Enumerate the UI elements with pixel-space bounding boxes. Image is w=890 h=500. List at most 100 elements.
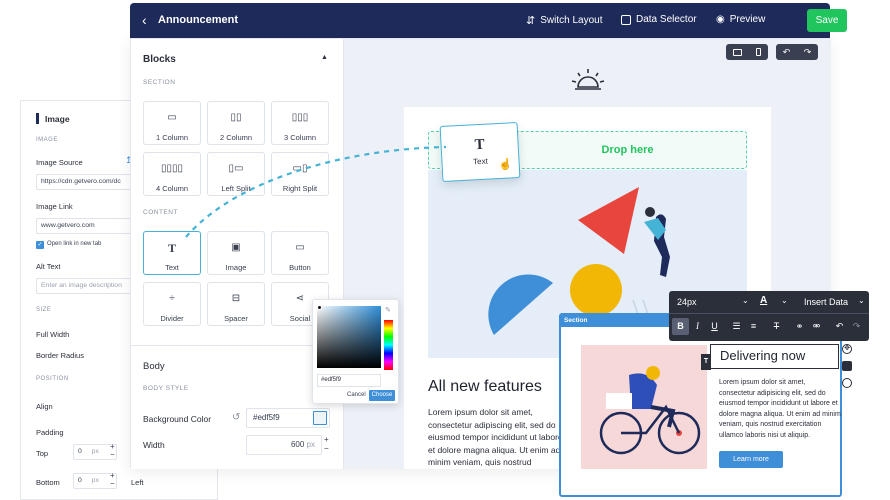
color-handle[interactable] xyxy=(317,305,322,310)
chevron-down-icon[interactable]: ⌄ xyxy=(858,296,865,305)
font-color-icon[interactable]: A xyxy=(760,295,767,306)
panel-accent-bar xyxy=(36,113,39,124)
bullet-list-icon[interactable]: ≡ xyxy=(745,318,762,335)
three-column-icon: ▯▯▯ xyxy=(291,112,309,123)
eyedropper-icon[interactable]: ✎ xyxy=(385,306,391,314)
top-value: 0 xyxy=(78,448,82,455)
image-link-label: Image Link xyxy=(36,202,73,211)
save-button[interactable]: Save xyxy=(807,9,847,32)
page-title: Announcement xyxy=(158,14,239,26)
desktop-icon[interactable] xyxy=(733,48,742,56)
switch-layout-button[interactable]: ⇵ Switch Layout xyxy=(526,14,602,27)
preview-label: Preview xyxy=(729,14,766,25)
body-style-caption: BODY STYLE xyxy=(143,385,189,392)
reset-icon[interactable]: ↺ xyxy=(232,412,240,423)
chevron-down-icon[interactable]: ⌄ xyxy=(781,296,788,305)
font-size-select[interactable]: 24px xyxy=(677,297,697,307)
full-width-label: Full Width xyxy=(36,330,70,339)
cyclist-illustration xyxy=(581,345,707,469)
undo-redo-group: ↶ ↷ xyxy=(776,44,818,60)
clear-format-icon[interactable]: T xyxy=(768,318,785,335)
preview-button[interactable]: ◉ Preview xyxy=(716,14,765,25)
width-unit: px xyxy=(306,440,315,449)
data-selector-icon xyxy=(621,14,631,25)
tile-divider[interactable]: ÷ Divider xyxy=(143,282,201,326)
body-title: Body xyxy=(143,361,165,372)
unlink-icon[interactable]: ⚮ xyxy=(808,318,825,335)
position-caption: POSITION xyxy=(36,376,69,382)
width-input[interactable]: 600 px xyxy=(246,435,322,455)
tile-label: Spacer xyxy=(224,314,248,323)
device-toggle xyxy=(726,44,768,60)
width-label: Width xyxy=(143,440,165,450)
bg-color-value: #edf5f9 xyxy=(253,413,280,422)
italic-icon[interactable]: I xyxy=(689,318,706,335)
eye-icon: ◉ xyxy=(716,14,725,25)
one-column-icon: ▭ xyxy=(167,112,177,123)
width-value: 600 xyxy=(290,440,305,449)
image-caption: IMAGE xyxy=(36,137,58,143)
section-heading[interactable]: Delivering now xyxy=(710,344,839,369)
align-label: Align xyxy=(36,402,53,411)
two-column-icon: ▯▯ xyxy=(230,112,242,123)
size-caption: SIZE xyxy=(36,307,52,313)
bottom-stepper[interactable]: + − xyxy=(110,472,115,488)
top-label: Top xyxy=(36,449,49,458)
image-panel-title: Image xyxy=(45,114,70,124)
blocks-title: Blocks xyxy=(143,54,176,65)
undo-icon[interactable]: ↶ xyxy=(783,47,791,58)
tile-label: Social xyxy=(289,314,311,323)
blocks-panel: Blocks ▲ SECTION ▭ 1 Column ▯▯ 2 Column ▯▯… xyxy=(131,39,344,469)
bg-color-label: Background Color xyxy=(143,414,212,424)
choose-button[interactable]: Choose xyxy=(369,390,395,401)
email-headline[interactable]: All new features xyxy=(428,378,542,396)
logo-sun-icon xyxy=(571,69,605,90)
grab-cursor-icon: ☝ xyxy=(498,158,513,172)
bottom-label: Bottom xyxy=(36,478,60,487)
hex-value: #edf5f9 xyxy=(321,377,342,383)
drag-path xyxy=(185,145,447,238)
redo-icon[interactable]: ↷ xyxy=(848,318,865,335)
delete-icon[interactable] xyxy=(842,378,852,388)
undo-icon[interactable]: ↶ xyxy=(831,318,848,335)
redo-icon[interactable]: ↷ xyxy=(804,47,812,58)
hex-input[interactable]: #edf5f9 xyxy=(317,374,381,387)
link-icon[interactable]: ⚭ xyxy=(791,318,808,335)
collapse-icon[interactable]: ▲ xyxy=(321,54,328,61)
mobile-icon[interactable] xyxy=(756,48,761,56)
layout-icon: ⇵ xyxy=(526,15,536,27)
section-caption: SECTION xyxy=(143,79,176,86)
open-new-tab-checkbox[interactable]: ✓ xyxy=(36,241,44,249)
text-format-toolbar: 24px ⌄ A ⌄ Insert Data ⌄ B I U ☰ ≡ T ⚭ ⚮… xyxy=(669,291,869,341)
underline-icon[interactable]: U xyxy=(706,318,723,335)
learn-more-button[interactable]: Learn more xyxy=(719,451,783,468)
section-body[interactable]: Lorem ipsum dolor sit amet, consectetur … xyxy=(719,378,841,441)
image-source-label: Image Source xyxy=(36,158,83,167)
data-selector-label: Data Selector xyxy=(636,14,697,25)
bold-icon[interactable]: B xyxy=(672,318,689,335)
data-selector-button[interactable]: Data Selector xyxy=(621,14,697,25)
saturation-field[interactable] xyxy=(317,306,381,368)
color-swatch[interactable] xyxy=(313,411,327,425)
divider-icon: ÷ xyxy=(169,293,175,304)
spacer-icon: ⊟ xyxy=(231,293,241,304)
switch-layout-label: Switch Layout xyxy=(540,15,603,26)
ordered-list-icon[interactable]: ☰ xyxy=(728,318,745,335)
hue-slider[interactable] xyxy=(384,320,393,370)
delivery-cyclist-illustration xyxy=(599,366,701,455)
move-icon[interactable]: ✥ xyxy=(842,344,852,354)
chevron-down-icon[interactable]: ⌄ xyxy=(742,296,749,305)
bottom-value: 0 xyxy=(78,477,82,484)
left-label: Left xyxy=(131,478,144,487)
tile-spacer[interactable]: ⊟ Spacer xyxy=(207,282,265,326)
back-arrow-icon[interactable]: ‹ xyxy=(142,12,147,28)
editor-header: ‹ Announcement ⇵ Switch Layout Data Sele… xyxy=(130,3,847,38)
email-body-text[interactable]: Lorem ipsum dolor sit amet, consectetur … xyxy=(428,406,568,466)
cancel-button[interactable]: Cancel xyxy=(347,392,366,398)
insert-data-select[interactable]: Insert Data xyxy=(804,297,848,307)
border-radius-label: Border Radius xyxy=(36,351,84,360)
top-stepper[interactable]: + − xyxy=(110,443,115,459)
duplicate-icon[interactable] xyxy=(842,361,852,371)
tile-label: Image xyxy=(225,263,247,272)
width-stepper[interactable]: + − xyxy=(324,435,329,453)
